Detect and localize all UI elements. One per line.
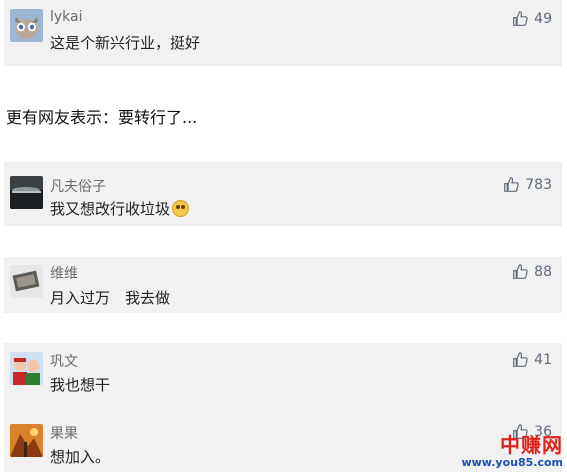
comment-text: 月入过万 我去做 [50, 289, 171, 307]
like-button[interactable]: 49 [512, 10, 552, 27]
like-count: 88 [534, 263, 552, 280]
avatar[interactable] [10, 9, 43, 42]
comment-username[interactable]: lykai [50, 9, 83, 25]
like-count: 49 [534, 10, 552, 27]
comment-card: 凡夫俗子 我又想改行收垃圾 783 [4, 162, 562, 226]
site-watermark: 中赚网 www.you85.com [461, 435, 563, 468]
comment-text: 我也想干 [50, 376, 111, 394]
comment-text: 想加入。 [50, 448, 111, 466]
watermark-cn: 中赚网 [500, 433, 563, 457]
thumbs-up-icon [513, 352, 528, 367]
article-caption: 更有网友表示：要转行了... [6, 108, 198, 127]
comment-username[interactable]: 凡夫俗子 [50, 176, 106, 196]
dizzy-face-emoji [172, 200, 190, 217]
comment-text: 这是个新兴行业，挺好 [50, 34, 201, 52]
like-button[interactable]: 88 [512, 263, 552, 280]
like-count: 783 [525, 176, 552, 193]
comment-username[interactable]: 维维 [50, 263, 78, 283]
like-button[interactable]: 783 [503, 176, 552, 193]
thumbs-up-icon [513, 264, 528, 279]
comment-card: lykai 这是个新兴行业，挺好 49 [4, 0, 562, 66]
avatar[interactable] [10, 265, 43, 298]
comment-card: 维维 月入过万 我去做 88 [4, 257, 562, 313]
like-button[interactable]: 41 [512, 351, 552, 368]
watermark-url: www.you85.com [461, 456, 563, 469]
avatar[interactable] [10, 352, 43, 385]
avatar[interactable] [10, 424, 43, 457]
thumbs-up-icon [504, 177, 519, 192]
comment-username[interactable]: 果果 [50, 423, 78, 443]
avatar[interactable] [10, 176, 43, 209]
like-count: 41 [534, 351, 552, 368]
comment-text: 我又想改行收垃圾 [50, 198, 190, 219]
thumbs-up-icon [513, 11, 528, 26]
comment-username[interactable]: 巩文 [50, 351, 78, 371]
